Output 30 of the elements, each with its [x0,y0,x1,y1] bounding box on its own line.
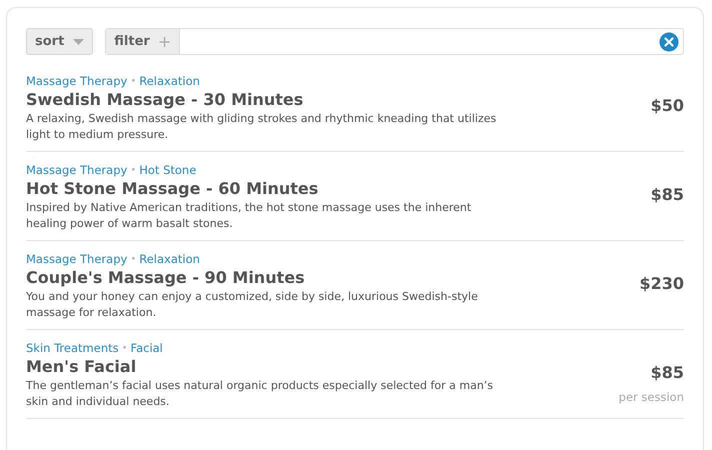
separator-dot: • [122,342,128,356]
subcategory-link[interactable]: Relaxation [139,73,200,90]
subcategory-link[interactable]: Relaxation [139,251,200,268]
separator-dot: • [130,164,136,178]
service-description: The gentleman’s facial uses natural organic products especially selected for a man’s skin and individual needs. [26,378,494,410]
service-title: Men's Facial [26,357,138,378]
category-link[interactable]: Massage Therapy [26,73,128,90]
sort-dropdown[interactable]: sort [26,28,94,55]
separator-dot: • [130,75,136,90]
category-link[interactable]: Skin Treatments [26,340,119,358]
subcategory-link[interactable]: Hot Stone [139,162,196,180]
caret-icon [73,38,84,44]
service-price: $85 [650,362,684,384]
service-title: Swedish Massage - 30 Minutes [26,90,304,112]
clear-icon[interactable] [659,32,679,52]
category-link[interactable]: Massage Therapy [26,162,128,180]
service-description: You and your honey can enjoy a customized, side by side, luxurious Swedish-style massage for relaxation. [26,289,479,322]
filter-button[interactable]: filter + [106,29,180,54]
service-price: $230 [639,273,684,296]
service-price: $50 [650,95,684,118]
service-title: Couple's Massage - 90 Minutes [26,268,306,290]
category-link[interactable]: Massage Therapy [26,251,128,268]
filter-field[interactable]: filter + [105,28,684,55]
service-description: Inspired by Native American traditions, the hot stone massage uses the inherent healing power of warm basalt stones. [26,200,472,232]
service-description: A relaxing, Swedish massage with gliding strokes and rhythmic kneading that utilizes light to medium pressure. [26,111,498,144]
separator-dot: • [130,253,136,268]
subcategory-link[interactable]: Facial [130,340,163,358]
service-price: $85 [650,184,684,206]
service-title: Hot Stone Massage - 60 Minutes [26,179,320,200]
price-note: per session [618,389,684,406]
